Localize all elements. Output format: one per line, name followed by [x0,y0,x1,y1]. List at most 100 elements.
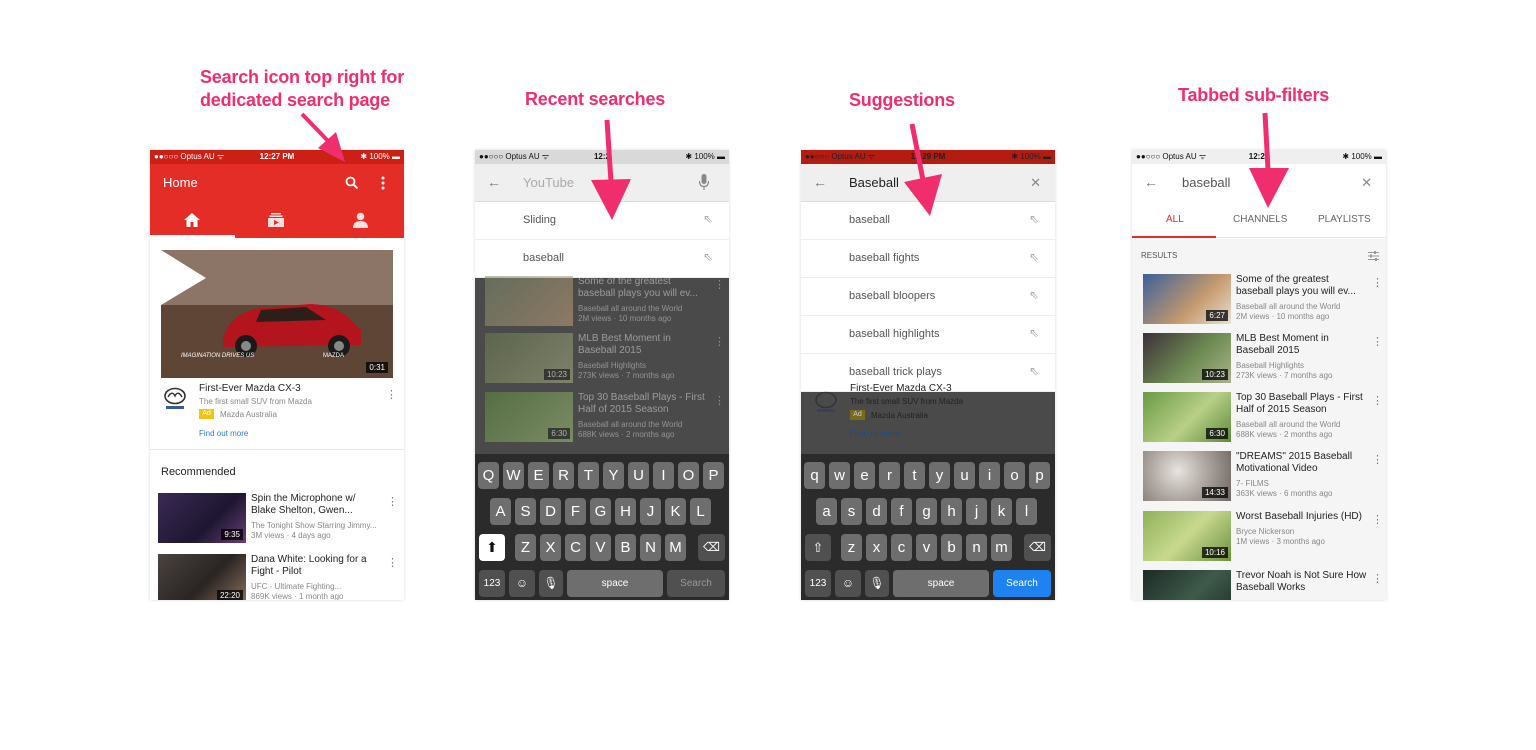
back-arrow-icon[interactable]: ← [1144,174,1158,190]
key[interactable]: P [703,462,724,489]
video-title[interactable]: Trevor Noah is Not Sure How Baseball Wor… [1236,570,1368,594]
key[interactable]: u [954,462,975,489]
key[interactable]: o [1004,462,1025,489]
tab-all[interactable]: ALL [1166,214,1184,225]
video-thumbnail[interactable] [1143,570,1231,600]
mic-icon[interactable] [699,174,709,191]
video-title[interactable]: Top 30 Baseball Plays - First Half of 20… [1236,392,1368,416]
key[interactable]: J [640,498,661,525]
video-thumbnail[interactable]: 10:23 [1143,333,1231,383]
key[interactable]: n [966,534,987,561]
key[interactable]: l [1016,498,1037,525]
list-item[interactable]: 9:35 Spin the Microphone w/ Blake Shelto… [158,493,398,545]
more-vert-icon[interactable] [381,176,385,190]
suggestion-item[interactable]: baseball highlights ⇖ [801,316,1055,354]
find-out-more-link[interactable]: Find out more [199,429,248,438]
key[interactable]: Z [515,534,536,561]
key[interactable]: F [565,498,586,525]
key[interactable]: k [991,498,1012,525]
key[interactable]: r [879,462,900,489]
key[interactable]: s [841,498,862,525]
more-vert-icon[interactable]: ⋮ [1372,394,1383,407]
list-item[interactable]: 6:30 Top 30 Baseball Plays - First Half … [1143,392,1383,444]
more-vert-icon[interactable]: ⋮ [1372,335,1383,348]
video-thumbnail[interactable]: 9:35 [158,493,246,543]
key[interactable]: I [653,462,674,489]
search-input[interactable]: YouTube [523,175,574,190]
key[interactable]: Y [603,462,624,489]
key[interactable]: E [528,462,549,489]
search-icon[interactable] [345,176,359,190]
key[interactable]: d [866,498,887,525]
key[interactable]: A [490,498,511,525]
arrow-insert-icon[interactable]: ⇖ [703,212,713,226]
key[interactable]: h [941,498,962,525]
ad-thumbnail[interactable]: IMAGINATION DRIVES US MAZDA 0:31 [161,250,393,378]
filter-icon[interactable] [1368,251,1379,261]
more-vert-icon[interactable]: ⋮ [1372,453,1383,466]
back-arrow-icon[interactable]: ← [487,174,501,190]
more-vert-icon[interactable]: ⋮ [386,388,397,401]
ad-title[interactable]: First-Ever Mazda CX-3 [199,383,301,394]
arrow-insert-icon[interactable]: ⇖ [1029,288,1039,302]
arrow-insert-icon[interactable]: ⇖ [1029,250,1039,264]
space-key[interactable]: space [893,570,989,597]
arrow-insert-icon[interactable]: ⇖ [1029,326,1039,340]
key[interactable]: z [841,534,862,561]
key[interactable]: G [590,498,611,525]
key[interactable]: m [991,534,1012,561]
dictation-key-icon[interactable]: 🎙 [865,570,889,597]
key[interactable]: O [678,462,699,489]
emoji-key-icon[interactable]: ☺ [509,570,535,597]
clear-icon[interactable]: ✕ [1030,175,1041,191]
key[interactable]: f [891,498,912,525]
home-icon[interactable] [183,212,201,228]
video-title[interactable]: "DREAMS" 2015 Baseball Motivational Vide… [1236,451,1368,475]
back-arrow-icon[interactable]: ← [813,174,827,190]
search-input[interactable]: Baseball [849,175,899,190]
list-item[interactable]: Trevor Noah is Not Sure How Baseball Wor… [1143,570,1383,600]
suggestion-item[interactable]: baseball ⇖ [801,202,1055,240]
list-item[interactable]: 22:20 Dana White: Looking for a Fight - … [158,554,398,600]
key[interactable]: C [565,534,586,561]
arrow-insert-icon[interactable]: ⇖ [1029,364,1039,378]
arrow-insert-icon[interactable]: ⇖ [1029,212,1039,226]
key[interactable]: N [640,534,661,561]
key[interactable]: W [503,462,524,489]
video-title[interactable]: Spin the Microphone w/ Blake Shelton, Gw… [251,493,383,517]
emoji-key-icon[interactable]: ☺ [835,570,861,597]
list-item[interactable]: 14:33 "DREAMS" 2015 Baseball Motivationa… [1143,451,1383,503]
key[interactable]: S [515,498,536,525]
key[interactable]: i [979,462,1000,489]
key[interactable]: H [615,498,636,525]
key[interactable]: e [854,462,875,489]
more-vert-icon[interactable]: ⋮ [1372,513,1383,526]
key[interactable]: j [966,498,987,525]
suggestion-item[interactable]: baseball fights ⇖ [801,240,1055,278]
search-input[interactable]: baseball [1182,175,1230,190]
key[interactable]: x [866,534,887,561]
video-thumbnail[interactable]: 6:27 [1143,274,1231,324]
shift-key-icon[interactable]: ⇧ [805,534,831,561]
key[interactable]: p [1029,462,1050,489]
key[interactable]: Q [478,462,499,489]
video-title[interactable]: MLB Best Moment in Baseball 2015 [1236,333,1368,357]
search-key[interactable]: Search [667,570,725,597]
list-item[interactable]: 10:16 Worst Baseball Injuries (HD) Bryce… [1143,511,1383,563]
more-vert-icon[interactable]: ⋮ [1372,572,1383,585]
key[interactable]: R [553,462,574,489]
backspace-key-icon[interactable]: ⌫ [698,534,725,561]
key[interactable]: v [916,534,937,561]
video-thumbnail[interactable]: 10:16 [1143,511,1231,561]
key[interactable]: q [804,462,825,489]
tab-playlists[interactable]: PLAYLISTS [1318,214,1371,225]
key[interactable]: D [540,498,561,525]
dictation-key-icon[interactable]: 🎙 [539,570,563,597]
video-title[interactable]: Worst Baseball Injuries (HD) [1236,511,1368,523]
clear-icon[interactable]: ✕ [1361,175,1372,191]
key[interactable]: a [816,498,837,525]
key[interactable]: L [690,498,711,525]
suggestion-item[interactable]: baseball bloopers ⇖ [801,278,1055,316]
video-thumbnail[interactable]: 6:30 [1143,392,1231,442]
list-item[interactable]: 10:23 MLB Best Moment in Baseball 2015 B… [1143,333,1383,385]
